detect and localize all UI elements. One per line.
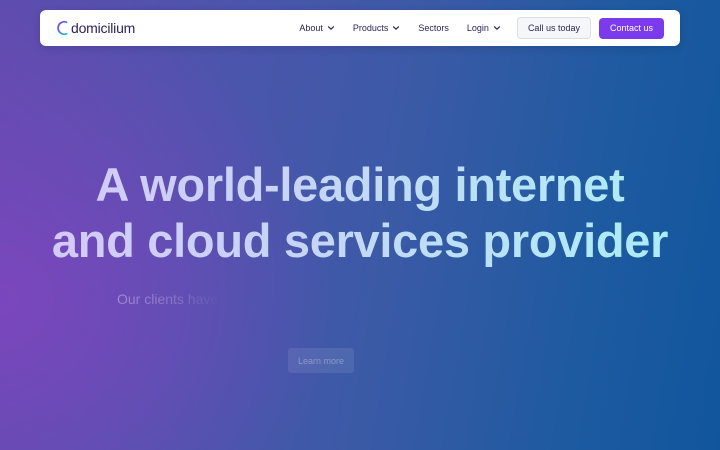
hero-title-line-1: A world-leading internet: [95, 158, 625, 211]
nav-links: About Products Sectors Login Call us tod…: [290, 17, 664, 39]
learn-more-button[interactable]: Learn more: [288, 348, 354, 373]
brand-name: domicilium: [71, 20, 136, 36]
nav-item-label: Login: [466, 23, 489, 33]
call-us-button[interactable]: Call us today: [516, 17, 591, 39]
hero-title-line-2: and cloud services provider: [51, 214, 669, 267]
nav-item-products[interactable]: Products: [344, 23, 410, 33]
nav-item-about[interactable]: About: [290, 23, 344, 33]
nav-item-label: About: [299, 23, 323, 33]
top-navbar: domicilium About Products Sectors Login …: [40, 10, 680, 46]
chevron-down-icon: [393, 26, 400, 30]
domicilium-logo-icon: [57, 20, 68, 36]
chevron-down-icon: [493, 26, 501, 30]
hero-subtitle: Our clients have: [117, 291, 219, 307]
chevron-down-icon: [327, 26, 334, 30]
hero-title: A world-leading internet and cloud servi…: [0, 157, 720, 269]
nav-item-sectors[interactable]: Sectors: [409, 23, 458, 33]
nav-item-login[interactable]: Login: [458, 23, 510, 33]
brand-logo-link[interactable]: domicilium: [56, 20, 135, 36]
nav-item-label: Products: [352, 23, 389, 33]
nav-item-label: Sectors: [418, 23, 449, 33]
contact-us-button[interactable]: Contact us: [598, 17, 664, 39]
